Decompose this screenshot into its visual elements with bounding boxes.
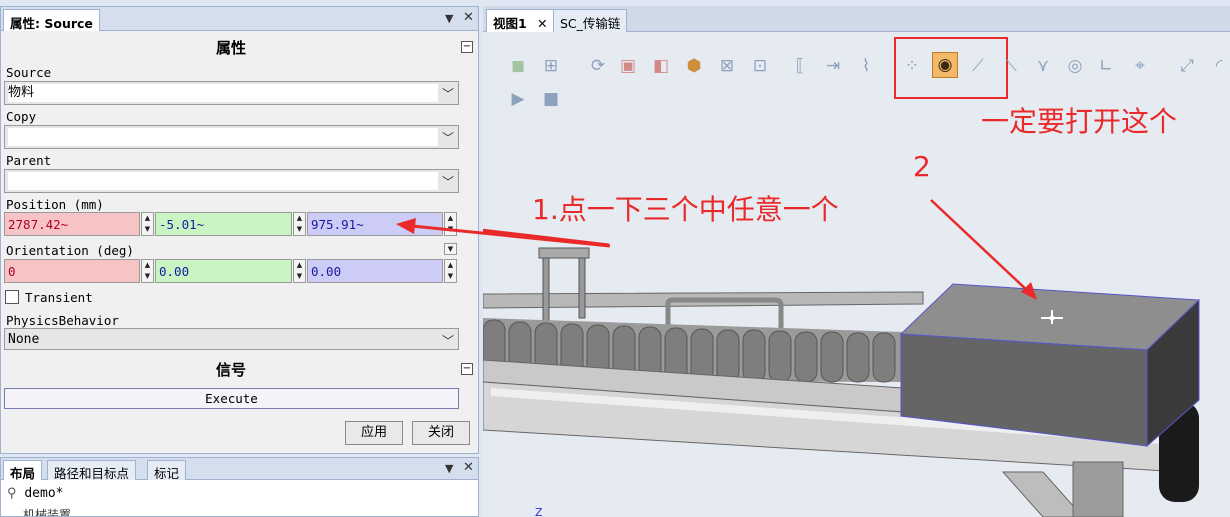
snap-path-icon[interactable]: ⟦ xyxy=(788,54,812,78)
robot-icon: ⚲ xyxy=(7,486,17,501)
snap-edge-icon[interactable]: ⇥ xyxy=(821,54,845,78)
tab-paths-targets[interactable]: 路径和目标点 xyxy=(47,460,137,481)
tab-layout[interactable]: 布局 xyxy=(3,460,43,481)
position-y-spinner[interactable]: ▲ ▼ xyxy=(293,212,306,236)
chevron-down-icon: ﹀ xyxy=(441,334,454,348)
snap-object-icon[interactable]: ⟳ xyxy=(586,54,610,78)
property-tabstrip: 属性: Source ▼ ✕ xyxy=(1,7,478,31)
orientation-x-spinner[interactable]: ▲ ▼ xyxy=(141,259,154,283)
snap-grid-icon[interactable]: ⁘ xyxy=(900,54,924,78)
chevron-down-icon: ﹀ xyxy=(441,131,454,145)
parent-combo[interactable]: ﹀ xyxy=(4,169,459,193)
annotation-must-enable: 一定要打开这个 xyxy=(981,105,1178,138)
layout-tabstrip: 布局 路径和目标点 标记 ▼ ✕ xyxy=(1,458,478,481)
viewport-3d[interactable]: ◼ ⊞ ⟳ ▣ ◧ ⬢ ⊠ ⊡ ⟦ ⇥ ⌇ ⁘ ◉ ⟋ ⟍ ⋎ ◎ ∟ ⌖ ⤢ … xyxy=(483,32,1230,517)
annotation-step2: 2 xyxy=(913,150,931,183)
snap-end-icon[interactable]: ⟍ xyxy=(999,54,1023,78)
copy-combo[interactable]: ﹀ xyxy=(4,125,459,149)
measure-distance-icon[interactable]: ⤢ xyxy=(1175,54,1199,78)
orientation-y-input[interactable]: 0.00 xyxy=(155,259,292,283)
pin-icon[interactable]: ▼ xyxy=(445,462,453,475)
snap-center-icon[interactable]: ◉ xyxy=(932,52,958,78)
transient-checkbox[interactable] xyxy=(5,290,19,304)
position-x-spinner[interactable]: ▲ ▼ xyxy=(141,212,154,236)
close-button[interactable]: 关闭 xyxy=(412,421,470,445)
orientation-y-spinner[interactable]: ▲ ▼ xyxy=(293,259,306,283)
copy-value xyxy=(8,128,438,146)
view-solid-icon[interactable]: ◼ xyxy=(506,54,530,78)
snap-midpoint-icon[interactable]: ⟋ xyxy=(966,54,990,78)
execute-button[interactable]: Execute xyxy=(4,388,459,409)
section-title-properties: 属性 xyxy=(215,39,246,57)
snap-target-icon[interactable]: ⊠ xyxy=(715,54,739,78)
transient-label: Transient xyxy=(25,290,93,305)
view-all-icon[interactable]: ⊞ xyxy=(539,54,563,78)
orientation-z-input[interactable]: 0.00 xyxy=(307,259,443,283)
tab-sc-conveyor[interactable]: SC_传输链 xyxy=(553,9,628,32)
chevron-down-icon: ﹀ xyxy=(441,175,454,189)
orientation-label: Orientation (deg) xyxy=(6,243,134,258)
close-icon[interactable]: ✕ xyxy=(537,16,547,31)
tree-item-label: demo* xyxy=(24,486,64,501)
physics-combo[interactable]: None ﹀ xyxy=(4,328,459,350)
snap-mechanism-icon[interactable]: ⊡ xyxy=(748,54,772,78)
axis-label-z: Z xyxy=(535,506,543,517)
parent-value xyxy=(8,172,438,190)
measure-angle-icon[interactable]: ◜ xyxy=(1207,54,1230,78)
tree-item-station[interactable]: ⚲ demo* xyxy=(7,486,64,501)
orientation-z-spinner[interactable]: ▲ ▼ xyxy=(444,259,457,283)
play-icon[interactable]: ▶ xyxy=(506,87,530,111)
snap-edge-point-icon[interactable]: ⋎ xyxy=(1031,54,1055,78)
annotation-arrow-step1 xyxy=(396,218,611,248)
close-icon[interactable]: ✕ xyxy=(463,10,474,25)
position-x-input[interactable]: 2787.42~ xyxy=(4,212,140,236)
collapse-signals-icon[interactable]: − xyxy=(461,363,473,375)
physics-label: PhysicsBehavior xyxy=(6,313,119,328)
snap-gravity-icon[interactable]: ◎ xyxy=(1063,54,1087,78)
copy-label: Copy xyxy=(6,109,37,124)
physics-value: None xyxy=(8,332,40,347)
position-y-input[interactable]: -5.01~ xyxy=(155,212,292,236)
snap-body-icon[interactable]: ◧ xyxy=(649,54,673,78)
tab-property-source[interactable]: 属性: Source xyxy=(3,9,100,31)
stop-icon[interactable]: ■ xyxy=(539,87,563,111)
snap-group-icon[interactable]: ⬢ xyxy=(682,54,706,78)
snap-local-origin-icon[interactable]: ∟ xyxy=(1094,54,1118,78)
tab-view1[interactable]: 视图1 ✕ xyxy=(486,9,555,32)
position-label: Position (mm) xyxy=(6,197,104,212)
chevron-down-icon: ﹀ xyxy=(441,87,454,101)
tab-view1-label: 视图1 xyxy=(493,16,527,31)
apply-button[interactable]: 应用 xyxy=(345,421,403,445)
snap-frame-icon[interactable]: ⌖ xyxy=(1128,54,1152,78)
source-value: 物料 xyxy=(8,84,438,102)
collapse-properties-icon[interactable]: − xyxy=(461,41,473,53)
pin-icon[interactable]: ▼ xyxy=(445,12,453,25)
snap-part-icon[interactable]: ▣ xyxy=(616,54,640,78)
source-label: Source xyxy=(6,65,52,80)
close-icon[interactable]: ✕ xyxy=(463,460,474,475)
tab-tags[interactable]: 标记 xyxy=(147,460,187,481)
orientation-x-input[interactable]: 0 xyxy=(4,259,140,283)
section-title-signals: 信号 xyxy=(215,361,246,379)
view-tabstrip: 视图1 ✕ SC_传输链 xyxy=(483,6,1230,32)
parent-label: Parent xyxy=(6,153,52,168)
source-combo[interactable]: 物料 ﹀ xyxy=(4,81,459,105)
snap-curve-icon[interactable]: ⌇ xyxy=(854,54,878,78)
tree-item-mechanism[interactable]: 机械装置 xyxy=(23,506,71,516)
layout-panel: 布局 路径和目标点 标记 ▼ ✕ ⚲ demo* 机械装置 xyxy=(0,457,479,517)
